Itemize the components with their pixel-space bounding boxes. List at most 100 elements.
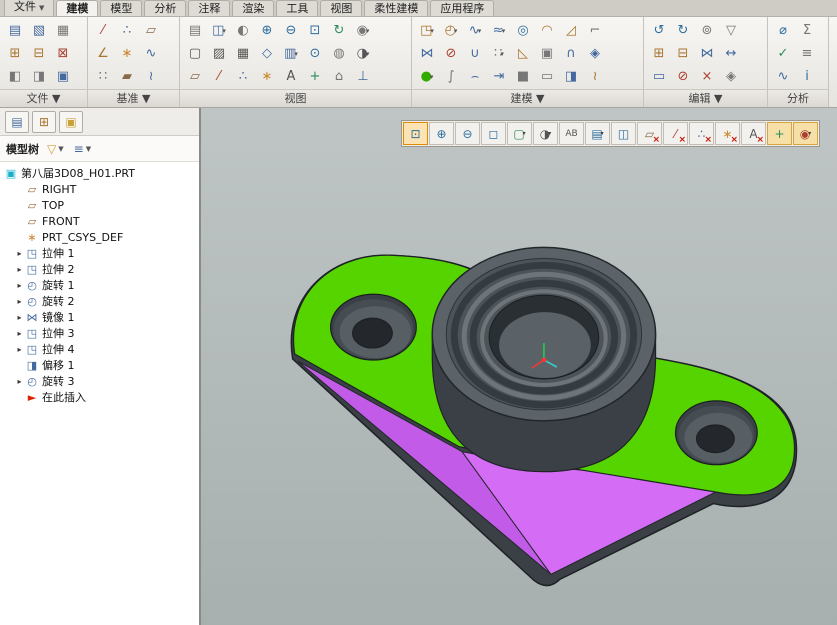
mass-properties-icon[interactable]: Σ [795,19,819,42]
redo-icon[interactable]: ↻ [671,19,695,42]
ribbon-group-label-analysis[interactable]: 分析 [768,89,828,107]
tree-item[interactable]: ▸◳拉伸 4 [0,341,199,357]
round-icon[interactable]: ◠ [535,19,559,42]
ribbon-group-label-view[interactable]: 视图 [180,89,411,107]
bolt-hole-right[interactable] [696,425,734,453]
default-orientation-icon[interactable]: ⌂ [327,65,351,88]
expander-icon[interactable]: ▸ [14,265,25,274]
tab-tools[interactable]: 工具 [276,0,318,16]
filter-icon[interactable]: ▽ [719,19,743,42]
tree-item[interactable]: ▸⋈镜像 1 [0,309,199,325]
axis-display-button[interactable]: ⁄× [663,122,688,145]
wrap-icon[interactable]: ⌢ [463,65,487,88]
offset-icon[interactable]: ◨ [559,65,583,88]
zoom-in-icon[interactable]: ⊕ [255,19,279,42]
hole-icon[interactable]: ◎ [511,19,535,42]
find-icon[interactable]: ⊚ [695,19,719,42]
tree-item[interactable]: ▱RIGHT [0,181,199,197]
pattern-icon[interactable]: ∷▾ [487,42,511,65]
save-icon[interactable]: ▤ [3,19,27,42]
properties-icon[interactable]: ▣ [51,65,75,88]
group-icon[interactable]: ◈ [719,65,743,88]
csys-display-icon[interactable]: ∗ [255,65,279,88]
ribbon-group-label-file[interactable]: 文件 ▼ [0,89,87,107]
tab-flexible-modeling[interactable]: 柔性建模 [364,0,428,16]
pattern-datum-icon[interactable]: ∷ [91,65,115,88]
zoom-in-button[interactable]: ⊕ [429,122,454,145]
perspective-icon[interactable]: ◇ [255,42,279,65]
report-icon[interactable]: ≡ [795,42,819,65]
point-display-icon[interactable]: ∴ [231,65,255,88]
solidify-icon[interactable]: ■ [511,65,535,88]
axis-display-icon[interactable]: ⁄ [207,65,231,88]
refit-icon[interactable]: ⊡ [303,19,327,42]
layers-icon[interactable]: ▤ [183,19,207,42]
datum-axis-icon[interactable]: ⁄ [91,19,115,42]
expander-icon[interactable]: ▸ [14,249,25,258]
tab-analysis[interactable]: 分析 [144,0,186,16]
datum-curve-icon[interactable]: ∿ [139,42,163,65]
curve-analysis-icon[interactable]: ∿ [771,65,795,88]
zoom-out-icon[interactable]: ⊖ [279,19,303,42]
datum-plane-icon[interactable]: ▱ [139,19,163,42]
mirror-icon[interactable]: ⋈ [415,42,439,65]
plane-display-button[interactable]: ▱× [637,122,662,145]
extrude-icon[interactable]: ◳▾ [415,19,439,42]
draft-icon[interactable]: ◺ [511,42,535,65]
tab-applications[interactable]: 应用程序 [430,0,494,16]
tree-item[interactable]: ▣第八届3D08_H01.PRT [0,165,199,181]
next-model-icon[interactable]: ◨ [27,65,51,88]
csys-display-button[interactable]: ∗× [715,122,740,145]
saved-views-icon[interactable]: ▥▾ [279,42,303,65]
move-icon[interactable]: ↔ [719,42,743,65]
shell-icon[interactable]: ▣ [535,42,559,65]
blend-icon[interactable]: ≈▾ [487,19,511,42]
zoom-out-button[interactable]: ⊖ [455,122,480,145]
rib-icon[interactable]: ⌐ [583,19,607,42]
delete-feature-icon[interactable]: × [695,65,719,88]
view-manager-button[interactable]: ◫ [611,122,636,145]
tree-item[interactable]: ◨偏移 1 [0,357,199,373]
graph-icon[interactable]: ≀ [139,65,163,88]
freestyle-icon[interactable]: ≀ [583,65,607,88]
project-icon[interactable]: ⇥ [487,65,511,88]
thicken-icon[interactable]: ▭ [535,65,559,88]
viewport[interactable]: ⊡⊕⊖◻▢▾◑▾AB▤▾◫▱×⁄×∴×∗×A×+◉▾ [201,108,837,625]
tree-item[interactable]: ▱FRONT [0,213,199,229]
expander-icon[interactable]: ▸ [14,345,25,354]
ribbon-group-label-edit[interactable]: 编辑 ▼ [644,89,767,107]
expander-icon[interactable]: ▸ [14,281,25,290]
expander-icon[interactable]: ▸ [14,329,25,338]
sketch-icon[interactable]: ∠ [91,42,115,65]
tree-item[interactable]: ▱TOP [0,197,199,213]
display-style-button[interactable]: ◑▾ [533,122,558,145]
copy-geom-icon[interactable]: ⊞ [647,42,671,65]
tree-columns-icon[interactable]: ≡▼ [74,142,91,156]
paste-icon[interactable]: ⊟ [27,42,51,65]
wireframe-icon[interactable]: ▢ [183,42,207,65]
edit-definition-icon[interactable]: ▭ [647,65,671,88]
undo-icon[interactable]: ↺ [647,19,671,42]
boundary-blend-icon[interactable]: ◈ [583,42,607,65]
repaint-icon[interactable]: ↻ [327,19,351,42]
tree-item[interactable]: ▸◳拉伸 2 [0,261,199,277]
folder-browser-icon[interactable]: ⊞ [32,111,56,133]
tab-view[interactable]: 视图 [320,0,362,16]
view-manager-icon[interactable]: ◫▾ [207,19,231,42]
repaint-button[interactable]: ▢▾ [507,122,532,145]
mirror-edit-icon[interactable]: ⋈ [695,42,719,65]
print-icon[interactable]: ▦ [51,19,75,42]
ribbon-group-label-model[interactable]: 建模 ▼ [412,89,643,107]
offset-plane-icon[interactable]: ▰ [115,65,139,88]
trim-icon[interactable]: ⊘ [439,42,463,65]
tree-item[interactable]: ▸◳拉伸 1 [0,245,199,261]
tree-item[interactable]: ∗PRT_CSYS_DEF [0,229,199,245]
tab-model[interactable]: 模型 [100,0,142,16]
favorites-icon[interactable]: ▣ [59,111,83,133]
annotation-display-button[interactable]: A× [741,122,766,145]
refit-button[interactable]: ◻ [481,122,506,145]
annotations-button[interactable]: AB [559,122,584,145]
revolve-icon[interactable]: ◴▾ [439,19,463,42]
suppress-icon[interactable]: ⊘ [671,65,695,88]
saved-views-button[interactable]: ▤▾ [585,122,610,145]
